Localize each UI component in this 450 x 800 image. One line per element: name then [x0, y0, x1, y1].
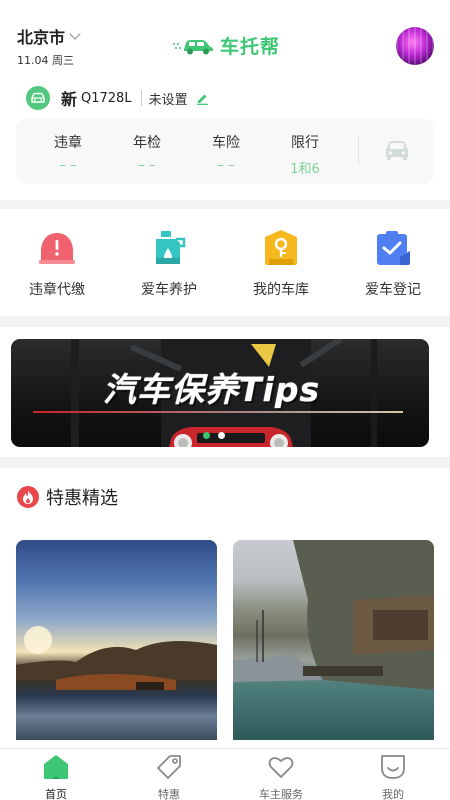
profile-icon: [378, 752, 408, 782]
section-divider: [0, 457, 450, 468]
tab-label: 特惠: [158, 788, 180, 800]
plate-province: 新: [61, 90, 78, 109]
stat-value: – –: [59, 158, 77, 173]
stat-traffic-restriction[interactable]: 限行 1和6: [275, 132, 335, 177]
stat-label: 限行: [291, 135, 319, 151]
promo-banner[interactable]: 汽车保养Tips: [11, 339, 429, 447]
avatar[interactable]: [396, 27, 434, 65]
tab-label: 首页: [45, 788, 67, 800]
tab-deals[interactable]: 特惠: [129, 752, 209, 800]
stat-insurance[interactable]: 车险 – –: [196, 132, 256, 173]
logo-car-icon: [173, 39, 213, 54]
tab-label: 车主服务: [259, 788, 303, 800]
alert-icon: [37, 228, 77, 268]
tab-profile[interactable]: 我的: [353, 752, 433, 800]
carousel-dot-active[interactable]: [203, 432, 210, 439]
card-image: [233, 540, 434, 740]
plate-number: Q1728L: [81, 90, 132, 106]
card-image: [16, 540, 217, 740]
service-label: 爱车登记: [365, 282, 421, 298]
stat-value: 1和6: [290, 162, 320, 177]
tab-owner-services[interactable]: 车主服务: [241, 752, 321, 800]
carousel-indicator: [203, 432, 233, 439]
oil-can-icon: [149, 228, 189, 268]
service-car-registration[interactable]: 爱车登记: [345, 228, 441, 299]
car-icon[interactable]: [383, 139, 411, 161]
service-car-maintenance[interactable]: 爱车养护: [121, 228, 217, 299]
stat-label: 年检: [133, 135, 161, 151]
section-divider: [0, 200, 450, 209]
header: 北京市 11.04 周三 车托帮: [0, 0, 450, 80]
special-card[interactable]: [16, 540, 217, 750]
special-card[interactable]: [233, 540, 434, 750]
city-selector[interactable]: 北京市: [17, 24, 81, 48]
divider: [358, 135, 359, 165]
heart-icon: [266, 752, 296, 782]
service-label: 我的车库: [253, 282, 309, 298]
tab-label: 我的: [382, 788, 404, 800]
stat-violations[interactable]: 违章 – –: [38, 132, 98, 173]
section-title: 特惠精选: [46, 488, 118, 509]
home-icon: [41, 752, 71, 782]
city-name: 北京市: [17, 28, 66, 47]
vehicle-plate-row[interactable]: 新 Q1728L 未设置: [26, 86, 209, 110]
banner-accent-line: [33, 411, 403, 413]
edit-icon[interactable]: [196, 92, 209, 105]
stat-annual-inspection[interactable]: 年检 – –: [117, 132, 177, 173]
service-label: 爱车养护: [141, 282, 197, 298]
car-icon: [26, 86, 50, 110]
banner-title: 汽车保养Tips: [103, 370, 321, 409]
stat-label: 车险: [212, 135, 240, 151]
service-label: 违章代缴: [29, 282, 85, 298]
stat-value: – –: [217, 158, 235, 173]
app-logo: 车托帮: [172, 32, 280, 59]
service-violation-payment[interactable]: 违章代缴: [9, 228, 105, 299]
section-divider: [0, 316, 450, 327]
stat-label: 违章: [54, 135, 82, 151]
tab-home[interactable]: 首页: [16, 752, 96, 800]
tag-icon: [154, 752, 184, 782]
garage-key-icon: [261, 228, 301, 268]
vehicle-status: 未设置: [148, 92, 188, 108]
stat-value: – –: [138, 158, 156, 173]
clipboard-check-icon: [373, 228, 413, 268]
service-my-garage[interactable]: 我的车库: [233, 228, 329, 299]
chevron-down-icon: [69, 28, 81, 40]
date-label: 11.04 周三: [17, 54, 74, 67]
carousel-dot[interactable]: [218, 432, 225, 439]
divider: [140, 90, 142, 106]
specials-header: 特惠精选: [17, 484, 118, 510]
vehicle-status-card: 违章 – – 年检 – – 车险 – – 限行 1和6: [16, 119, 434, 184]
logo-text: 车托帮: [220, 36, 281, 58]
fire-icon: [17, 486, 39, 508]
bottom-tab-bar: 首页 特惠 车主服务 我的: [0, 748, 450, 800]
